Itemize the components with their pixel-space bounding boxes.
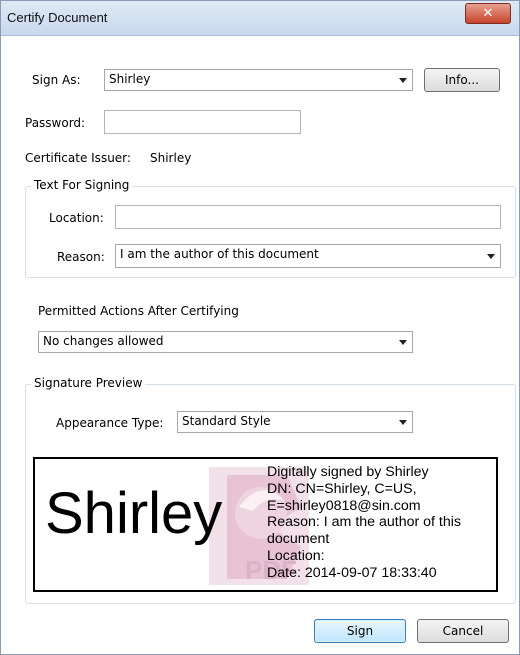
cancel-button[interactable]: Cancel bbox=[417, 619, 509, 643]
certificate-issuer-label: Certificate Issuer: bbox=[25, 151, 131, 165]
password-field[interactable] bbox=[104, 110, 301, 134]
sign-as-select[interactable]: Shirley bbox=[104, 69, 413, 91]
password-label: Password: bbox=[25, 116, 86, 130]
sign-as-value: Shirley bbox=[109, 72, 151, 86]
signature-detail-line: DN: CN=Shirley, C=US, bbox=[267, 480, 417, 497]
signature-details: Digitally signed by Shirley DN: CN=Shirl… bbox=[267, 464, 496, 582]
certificate-issuer-value: Shirley bbox=[150, 151, 192, 165]
permitted-actions-label: Permitted Actions After Certifying bbox=[38, 304, 239, 318]
location-field[interactable] bbox=[115, 205, 501, 229]
reason-select[interactable]: I am the author of this document bbox=[115, 244, 501, 268]
reason-label: Reason: bbox=[57, 250, 105, 264]
permitted-actions-value: No changes allowed bbox=[43, 334, 164, 348]
signature-detail-line: document bbox=[267, 531, 330, 548]
reason-value: I am the author of this document bbox=[120, 247, 319, 261]
certify-document-dialog: Certify Document ✕ Sign As: Shirley Info… bbox=[0, 0, 520, 655]
chevron-down-icon bbox=[399, 340, 407, 345]
sign-as-label: Sign As: bbox=[32, 73, 81, 87]
chevron-down-icon bbox=[399, 420, 407, 425]
chevron-down-icon bbox=[399, 78, 407, 83]
signature-detail-line: Digitally signed by Shirley bbox=[267, 464, 429, 480]
signature-detail-line: Date: 2014-09-07 18:33:40 bbox=[267, 564, 437, 581]
close-icon: ✕ bbox=[482, 6, 494, 21]
signature-detail-line: Reason: I am the author of this bbox=[267, 514, 462, 531]
signature-name: Shirley bbox=[45, 481, 223, 546]
signature-detail-line: Location: bbox=[267, 547, 325, 564]
info-button[interactable]: Info... bbox=[424, 68, 500, 92]
chevron-down-icon bbox=[487, 254, 495, 259]
signature-preview-box: PDF Shirley Digitally signed by Shirley … bbox=[33, 457, 498, 592]
appearance-type-label: Appearance Type: bbox=[56, 416, 164, 430]
signature-preview-legend: Signature Preview bbox=[31, 376, 146, 390]
signature-detail-line: E=shirley0818@sin.com bbox=[267, 497, 421, 514]
permitted-actions-select[interactable]: No changes allowed bbox=[38, 331, 413, 353]
appearance-type-select[interactable]: Standard Style bbox=[177, 411, 413, 433]
close-button[interactable]: ✕ bbox=[465, 3, 511, 24]
appearance-type-value: Standard Style bbox=[182, 414, 271, 428]
location-label: Location: bbox=[49, 211, 104, 225]
dialog-title: Certify Document bbox=[7, 10, 108, 25]
sign-button[interactable]: Sign bbox=[314, 619, 406, 643]
text-for-signing-legend: Text For Signing bbox=[31, 178, 133, 192]
title-bar: Certify Document ✕ bbox=[1, 1, 519, 36]
